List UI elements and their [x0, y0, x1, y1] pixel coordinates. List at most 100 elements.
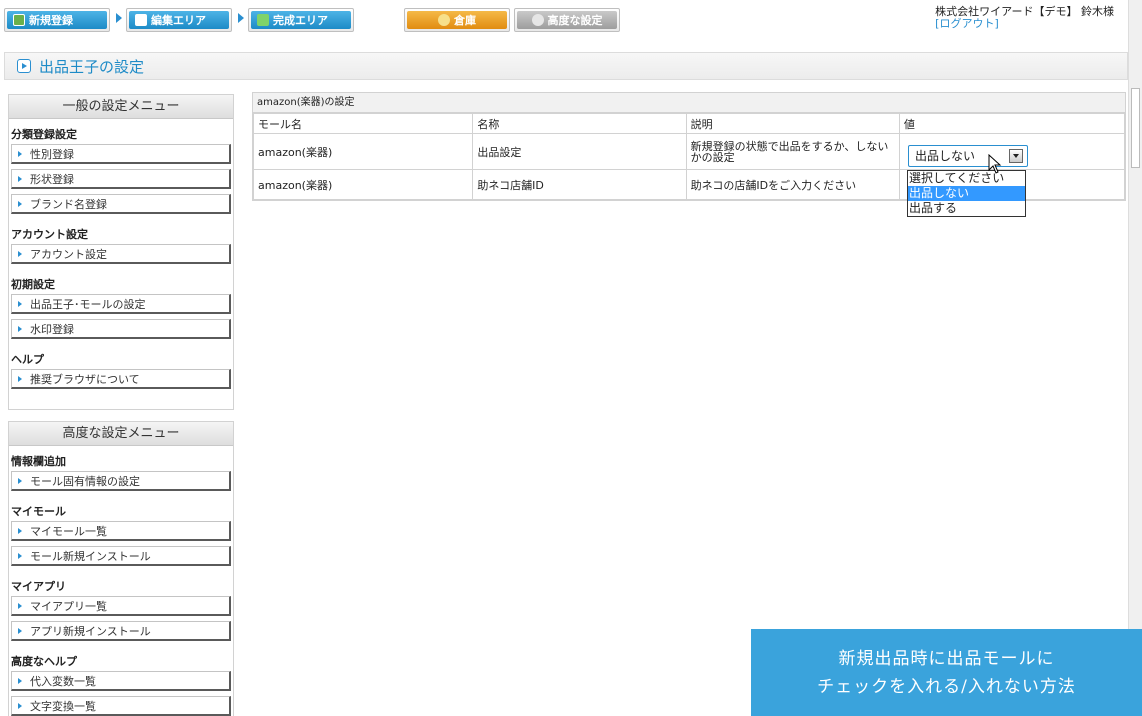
triangle-right-icon: [18, 150, 22, 157]
menu-item-label: 性別登録: [30, 147, 74, 161]
general-settings-menu: 一般の設定メニュー 分類登録設定 性別登録 形状登録 ブランド名登録 アカウント…: [8, 94, 234, 410]
select-option-highlighted[interactable]: 出品しない: [908, 186, 1025, 201]
chevron-down-icon[interactable]: [1009, 149, 1023, 163]
vertical-scrollbar[interactable]: [1128, 0, 1142, 716]
triangle-right-icon: [18, 175, 22, 182]
menu-item-label: 代入変数一覧: [30, 674, 96, 688]
edit-icon: [135, 14, 147, 26]
info-banner: 新規出品時に出品モールに チェックを入れる/入れない方法: [751, 629, 1142, 716]
triangle-right-icon: [18, 527, 22, 534]
gear-icon: [531, 14, 544, 26]
menu-section-title: マイアプリ: [11, 580, 66, 593]
top-nav: 新規登録 編集エリア 完成エリア 倉庫 高度な設定 株式会社ワイアード【デモ】 …: [0, 0, 1128, 40]
menu-item-my-app-list[interactable]: マイアプリ一覧: [11, 596, 231, 616]
tab-warehouse[interactable]: 倉庫: [404, 8, 510, 32]
menu-item-watermark[interactable]: 水印登録: [11, 319, 231, 339]
cell-mall: amazon(楽器): [252, 133, 474, 170]
menu-item-label: アプリ新規インストール: [30, 624, 151, 638]
menu-item-app-install[interactable]: アプリ新規インストール: [11, 621, 231, 641]
user-info: 株式会社ワイアード【デモ】 鈴木様 [ログアウト]: [935, 6, 1114, 30]
cell-mall: amazon(楽器): [252, 169, 474, 200]
menu-item-label: 形状登録: [30, 172, 74, 186]
advanced-settings-menu: 高度な設定メニュー 情報欄追加 モール固有情報の設定 マイモール マイモール一覧…: [8, 421, 234, 716]
menu-item-label: 文字変換一覧: [30, 699, 96, 713]
cell-desc: 助ネコの店舗IDをご入力ください: [685, 169, 900, 200]
banner-line: 新規出品時に出品モールに: [838, 648, 1055, 669]
triangle-right-icon: [18, 602, 22, 609]
triangle-right-icon: [18, 250, 22, 257]
menu-item-mall-info[interactable]: モール固有情報の設定: [11, 471, 231, 491]
banner-line: チェックを入れる/入れない方法: [817, 676, 1076, 697]
triangle-right-icon: [18, 702, 22, 709]
box-icon: [438, 14, 450, 26]
tab-label: 高度な設定: [547, 14, 603, 27]
menu-item-label: 水印登録: [30, 322, 74, 336]
chevron-right-icon: [116, 13, 122, 23]
tab-new-registration[interactable]: 新規登録: [4, 8, 110, 32]
table-caption: amazon(楽器)の設定: [253, 93, 1125, 113]
menu-title: 一般の設定メニュー: [9, 95, 233, 119]
menu-section-title: 高度なヘルプ: [11, 655, 77, 668]
menu-item-mall-settings[interactable]: 出品王子･モールの設定: [11, 294, 231, 314]
tab-label: 編集エリア: [151, 14, 206, 27]
triangle-right-icon: [18, 677, 22, 684]
triangle-right-icon: [18, 200, 22, 207]
column-header: 名称: [472, 113, 687, 134]
scrollbar-thumb[interactable]: [1131, 88, 1140, 168]
select-option[interactable]: 選択してください: [908, 171, 1025, 186]
triangle-right-icon: [18, 627, 22, 634]
menu-item-account[interactable]: アカウント設定: [11, 244, 231, 264]
triangle-right-icon: [18, 552, 22, 559]
menu-item-label: モール新規インストール: [30, 549, 151, 563]
select-value: 出品しない: [915, 149, 976, 163]
tab-advanced-settings[interactable]: 高度な設定: [514, 8, 620, 32]
cell-name: 出品設定: [472, 133, 687, 170]
menu-item-shape[interactable]: 形状登録: [11, 169, 231, 189]
select-option[interactable]: 出品する: [908, 201, 1025, 216]
page-title: 出品王子の設定: [39, 57, 145, 76]
menu-item-label: 出品王子･モールの設定: [30, 297, 146, 311]
menu-item-label: 推奨ブラウザについて: [30, 372, 140, 386]
triangle-right-icon: [18, 325, 22, 332]
play-icon: [17, 59, 31, 73]
triangle-right-icon: [18, 477, 22, 484]
menu-item-label: ブランド名登録: [30, 197, 107, 211]
tab-label: 倉庫: [454, 14, 476, 27]
menu-section-title: マイモール: [11, 505, 66, 518]
menu-item-label: マイモール一覧: [30, 524, 107, 538]
logout-link[interactable]: [ログアウト]: [935, 18, 1114, 30]
tab-complete-area[interactable]: 完成エリア: [248, 8, 354, 32]
menu-item-label: マイアプリ一覧: [30, 599, 107, 613]
tab-label: 完成エリア: [273, 14, 328, 27]
column-header: モール名: [252, 113, 474, 134]
menu-section-title: ヘルプ: [11, 353, 44, 366]
select-dropdown-list: 選択してください 出品しない 出品する: [907, 170, 1026, 217]
tab-label: 新規登録: [29, 14, 73, 27]
menu-item-char-conversion[interactable]: 文字変換一覧: [11, 696, 231, 716]
menu-item-mall-install[interactable]: モール新規インストール: [11, 546, 231, 566]
listing-setting-select[interactable]: 出品しない: [908, 145, 1028, 167]
menu-item-label: アカウント設定: [30, 247, 107, 261]
cell-desc: 新規登録の状態で出品をするか、しないかの設定: [685, 133, 900, 170]
menu-item-gender[interactable]: 性別登録: [11, 144, 231, 164]
menu-item-variables[interactable]: 代入変数一覧: [11, 671, 231, 691]
page-header: 出品王子の設定: [4, 52, 1128, 80]
menu-section-title: アカウント設定: [11, 228, 88, 241]
tab-edit-area[interactable]: 編集エリア: [126, 8, 232, 32]
pencil-icon: [13, 14, 25, 26]
done-icon: [257, 14, 269, 26]
menu-item-brand[interactable]: ブランド名登録: [11, 194, 231, 214]
menu-title: 高度な設定メニュー: [9, 422, 233, 446]
menu-item-browser[interactable]: 推奨ブラウザについて: [11, 369, 231, 389]
triangle-right-icon: [18, 375, 22, 382]
menu-item-label: モール固有情報の設定: [30, 474, 140, 488]
triangle-right-icon: [18, 300, 22, 307]
table-header-row: モール名 名称 説明 値: [252, 113, 1126, 134]
menu-item-my-mall-list[interactable]: マイモール一覧: [11, 521, 231, 541]
column-header: 値: [898, 113, 1126, 134]
chevron-right-icon: [238, 13, 244, 23]
column-header: 説明: [685, 113, 900, 134]
mouse-cursor-icon: [988, 154, 1002, 174]
menu-section-title: 分類登録設定: [11, 128, 77, 141]
cell-name: 助ネコ店舗ID: [472, 169, 687, 200]
